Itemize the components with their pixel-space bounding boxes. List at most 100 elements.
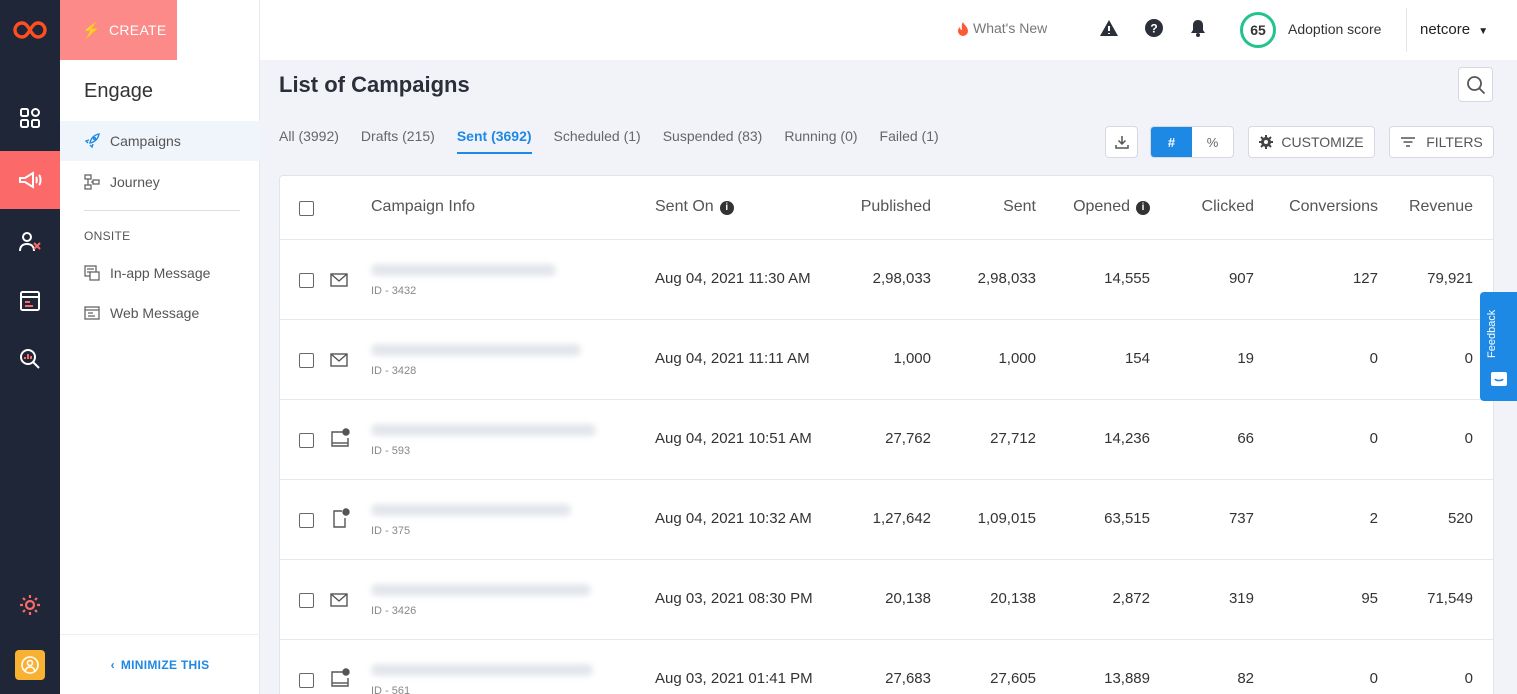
table-row[interactable]: ID - 561 Aug 03, 2021 01:41 PM 27,683 27… (280, 640, 1493, 694)
settings-icon[interactable] (0, 576, 60, 634)
sent-on-value: Aug 04, 2021 10:32 AM (655, 510, 812, 527)
table-row[interactable]: ID - 3432 Aug 04, 2021 11:30 AM 2,98,033… (280, 240, 1493, 320)
web-push-icon (331, 668, 350, 687)
adoption-score-label[interactable]: Adoption score (1288, 21, 1381, 37)
content-icon[interactable] (0, 272, 60, 330)
campaign-status-tabs: All (3992) Drafts (215) Sent (3692) Sche… (279, 128, 961, 154)
column-opened[interactable]: Opened i (1040, 198, 1150, 216)
column-campaign-info[interactable]: Campaign Info (371, 198, 475, 216)
notification-bell-icon[interactable] (1188, 18, 1208, 41)
info-icon[interactable]: i (1136, 201, 1150, 215)
table-row[interactable]: ID - 593 Aug 04, 2021 10:51 AM 27,762 27… (280, 400, 1493, 480)
table-row[interactable]: ID - 3428 Aug 04, 2021 11:11 AM 1,000 1,… (280, 320, 1493, 400)
sidebar-item-in-app-message[interactable]: In-app Message (60, 253, 260, 293)
journey-icon (84, 174, 100, 190)
analytics-icon[interactable] (0, 330, 60, 388)
percent-toggle-button[interactable]: % (1192, 127, 1233, 157)
select-all-checkbox[interactable] (299, 201, 314, 216)
opened-value: 14,555 (1104, 270, 1150, 287)
campaign-name-redacted[interactable] (371, 424, 596, 436)
customize-button[interactable]: CUSTOMIZE (1248, 126, 1375, 158)
campaign-id: ID - 3426 (371, 605, 417, 617)
row-checkbox[interactable] (299, 513, 314, 528)
published-value: 27,683 (885, 670, 931, 687)
minimize-button[interactable]: ‹ MINIMIZE THIS (60, 634, 260, 694)
adoption-score-badge[interactable]: 65 (1240, 12, 1276, 48)
sidebar-item-label: In-app Message (110, 265, 211, 281)
clicked-value: 907 (1228, 270, 1254, 287)
user-name: netcore (1420, 21, 1471, 38)
lightning-icon: ⚡ (82, 22, 101, 39)
sidebar-item-campaigns[interactable]: Campaigns (60, 121, 260, 161)
column-sent-on[interactable]: Sent On i (655, 198, 734, 216)
campaign-name-redacted[interactable] (371, 664, 593, 676)
search-button[interactable] (1458, 67, 1493, 102)
campaign-name-redacted[interactable] (371, 584, 591, 596)
table-row[interactable]: ID - 375 Aug 04, 2021 10:32 AM 1,27,642 … (280, 480, 1493, 560)
column-revenue[interactable]: Revenue (1390, 198, 1473, 216)
campaign-name-redacted[interactable] (371, 344, 581, 356)
flame-icon (958, 21, 968, 36)
column-clicked[interactable]: Clicked (1160, 198, 1254, 216)
column-sent[interactable]: Sent (940, 198, 1036, 216)
column-conversions[interactable]: Conversions (1270, 198, 1378, 216)
clicked-value: 19 (1237, 350, 1254, 367)
warning-icon[interactable] (1099, 18, 1119, 41)
published-value: 1,27,642 (872, 510, 931, 527)
table-row[interactable]: ID - 3426 Aug 03, 2021 08:30 PM 20,138 2… (280, 560, 1493, 640)
campaign-id: ID - 3432 (371, 285, 417, 297)
sent-on-value: Aug 03, 2021 01:41 PM (655, 670, 813, 687)
published-value: 1,000 (893, 350, 931, 367)
feedback-label: Feedback (1486, 309, 1498, 358)
row-checkbox[interactable] (299, 673, 314, 688)
column-published[interactable]: Published (800, 198, 931, 216)
row-checkbox[interactable] (299, 273, 314, 288)
create-button[interactable]: ⚡ CREATE (60, 0, 177, 60)
engage-megaphone-icon[interactable] (0, 151, 68, 209)
audience-icon[interactable] (0, 213, 60, 271)
email-icon (330, 353, 348, 367)
tab-sent[interactable]: Sent (3692) (456, 128, 532, 154)
tab-running[interactable]: Running (0) (784, 128, 857, 154)
filters-label: FILTERS (1426, 134, 1483, 150)
user-menu[interactable]: netcore ▼ (1420, 21, 1488, 38)
sent-on-value: Aug 04, 2021 11:30 AM (655, 270, 811, 287)
create-label: CREATE (108, 22, 167, 38)
sent-value: 2,98,033 (977, 270, 1036, 287)
netcore-logo[interactable] (0, 0, 60, 60)
conversions-value: 127 (1352, 270, 1378, 287)
published-value: 20,138 (885, 590, 931, 607)
campaign-name-redacted[interactable] (371, 264, 556, 276)
column-label: Sent On (655, 198, 714, 215)
tab-suspended[interactable]: Suspended (83) (663, 128, 763, 154)
info-icon[interactable]: i (719, 201, 734, 215)
campaign-id: ID - 593 (371, 445, 411, 457)
download-button[interactable] (1105, 126, 1138, 158)
dashboard-icon[interactable] (0, 89, 60, 147)
tab-failed[interactable]: Failed (1) (880, 128, 939, 154)
sidebar-item-web-message[interactable]: Web Message (60, 293, 260, 333)
web-message-icon (84, 306, 100, 320)
row-checkbox[interactable] (299, 433, 314, 448)
help-icon[interactable]: ? (1144, 18, 1164, 41)
engage-sidebar: ⚡ CREATE Engage Campaigns Journey ONSITE… (60, 0, 260, 694)
row-checkbox[interactable] (299, 593, 314, 608)
conversions-value: 95 (1361, 590, 1378, 607)
row-checkbox[interactable] (299, 353, 314, 368)
avatar[interactable] (15, 650, 45, 680)
whats-new-link[interactable]: What's New (957, 20, 1047, 36)
sidebar-item-journey[interactable]: Journey (60, 162, 260, 202)
tab-all[interactable]: All (3992) (279, 128, 339, 154)
opened-value: 154 (1124, 350, 1150, 367)
filters-button[interactable]: FILTERS (1389, 126, 1494, 158)
tab-scheduled[interactable]: Scheduled (1) (554, 128, 641, 154)
tab-drafts[interactable]: Drafts (215) (361, 128, 435, 154)
search-icon (1466, 75, 1485, 94)
feedback-tab[interactable]: Feedback (1480, 292, 1517, 401)
campaign-name-redacted[interactable] (371, 504, 571, 516)
sent-value: 27,605 (990, 670, 1036, 687)
conversions-value: 2 (1369, 510, 1378, 527)
clicked-value: 319 (1228, 590, 1254, 607)
count-toggle-button[interactable]: # (1151, 127, 1192, 157)
sent-value: 1,000 (998, 350, 1036, 367)
